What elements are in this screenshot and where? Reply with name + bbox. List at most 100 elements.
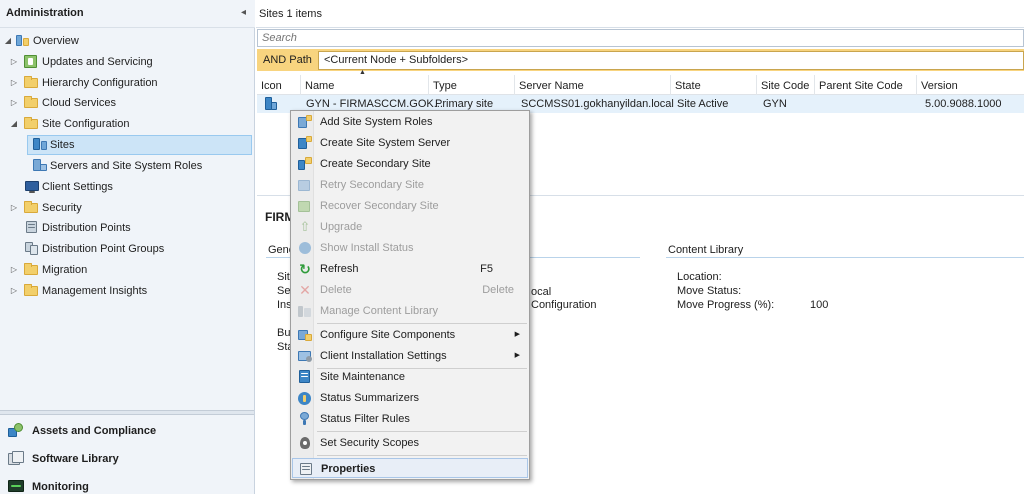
column-header-name[interactable]: Name — [301, 75, 429, 95]
tree-item-distribution-points[interactable]: Distribution Points — [0, 218, 254, 238]
expanded-icon[interactable]: ◢ — [9, 119, 19, 128]
menu-item-properties[interactable]: Properties — [292, 458, 528, 478]
menu-item-retry-secondary-site[interactable]: Retry Secondary Site — [292, 175, 528, 195]
monitoring-icon — [8, 479, 24, 495]
tree-item-distribution-point-groups[interactable]: Distribution Point Groups — [0, 239, 254, 259]
tree-item-management-insights[interactable]: ▷ Management Insights — [0, 281, 254, 301]
tree-item-migration[interactable]: ▷ Migration — [0, 260, 254, 280]
tree-item-label: Sites — [50, 139, 75, 151]
tree-item-label: Security — [42, 202, 82, 214]
column-header-icon[interactable]: Icon — [257, 75, 301, 95]
menu-item-client-installation-settings[interactable]: Client Installation Settings ▶ — [292, 346, 528, 366]
collapse-nav-icon[interactable]: ◂ — [241, 7, 246, 18]
move-progress-value: 100 — [810, 299, 829, 311]
menu-item-label: Create Secondary Site — [320, 158, 431, 170]
column-header-parent-site-code[interactable]: Parent Site Code — [815, 75, 917, 95]
column-header-row: Icon Name Type Server Name State Site Co… — [257, 75, 1024, 95]
cell-version: 5.00.9088.1000 — [925, 98, 1002, 110]
menu-item-label: Show Install Status — [320, 242, 414, 254]
sites-icon — [33, 138, 47, 151]
collapsed-icon[interactable]: ▷ — [9, 57, 19, 66]
tree-item-cloud-services[interactable]: ▷ Cloud Services — [0, 93, 254, 113]
folder-icon — [24, 263, 38, 275]
menu-item-configure-site-components[interactable]: Configure Site Components ▶ — [292, 325, 528, 345]
menu-separator — [317, 323, 527, 324]
security-scopes-icon — [298, 436, 312, 450]
create-server-icon — [298, 136, 312, 150]
column-header-type[interactable]: Type — [429, 75, 515, 95]
workspace-splitter[interactable] — [0, 410, 254, 415]
cell-site-code: GYN — [763, 98, 787, 110]
collapsed-icon[interactable]: ▷ — [9, 78, 19, 87]
menu-item-label: Properties — [321, 463, 376, 475]
detail-value: ocal — [531, 286, 552, 298]
collapsed-icon[interactable]: ▷ — [9, 98, 19, 107]
menu-item-label: Create Site System Server — [320, 137, 451, 149]
search-input[interactable] — [258, 30, 1023, 46]
collapsed-icon[interactable]: ▷ — [9, 203, 19, 212]
menu-item-label: Client Installation Settings — [320, 350, 447, 362]
recover-icon — [298, 199, 312, 213]
distribution-points-icon — [25, 221, 39, 234]
workspace-assets-and-compliance[interactable]: Assets and Compliance — [0, 417, 254, 445]
tree-item-security[interactable]: ▷ Security — [0, 198, 254, 218]
tree-item-overview[interactable]: ◢ Overview — [0, 31, 254, 51]
primary-site-icon — [265, 97, 277, 111]
menu-item-label: Manage Content Library — [320, 305, 439, 317]
expanded-icon[interactable]: ◢ — [3, 36, 13, 45]
menu-item-status-summarizers[interactable]: Status Summarizers — [292, 388, 528, 408]
tree-item-hierarchy-configuration[interactable]: ▷ Hierarchy Configuration — [0, 73, 254, 93]
tree-item-label: Distribution Point Groups — [42, 243, 165, 255]
menu-item-manage-content-library[interactable]: Manage Content Library — [292, 301, 528, 321]
menu-item-recover-secondary-site[interactable]: Recover Secondary Site — [292, 196, 528, 216]
column-header-state[interactable]: State — [671, 75, 757, 95]
section-divider — [666, 257, 1024, 258]
detail-label: Sit — [277, 271, 290, 283]
column-header-site-code[interactable]: Site Code — [757, 75, 815, 95]
section-divider — [266, 257, 290, 258]
menu-item-show-install-status[interactable]: Show Install Status — [292, 238, 528, 258]
tree-item-sites[interactable]: Sites — [0, 135, 254, 155]
tree-item-client-settings[interactable]: Client Settings — [0, 177, 254, 197]
menu-separator — [317, 455, 527, 456]
detail-label: Bu — [277, 327, 291, 339]
menu-item-delete[interactable]: ✕ Delete Delete — [292, 280, 528, 300]
upgrade-icon: ⇧ — [299, 219, 311, 234]
workspace-label: Monitoring — [32, 481, 89, 493]
tree-item-updates-and-servicing[interactable]: ▷ Updates and Servicing — [0, 52, 254, 72]
workspace-software-library[interactable]: Software Library — [0, 445, 254, 473]
menu-item-upgrade[interactable]: ⇧ Upgrade — [292, 217, 528, 237]
workspace-monitoring[interactable]: Monitoring — [0, 473, 254, 501]
menu-item-create-secondary-site[interactable]: Create Secondary Site — [292, 154, 528, 174]
shortcut-label: Delete — [482, 284, 514, 296]
menu-item-set-security-scopes[interactable]: Set Security Scopes — [292, 433, 528, 453]
column-header-server-name[interactable]: Server Name — [515, 75, 671, 95]
folder-icon — [24, 96, 38, 108]
tree-item-servers-and-site-system-roles[interactable]: Servers and Site System Roles — [0, 156, 254, 176]
tree-item-label: Cloud Services — [42, 97, 116, 109]
collapsed-icon[interactable]: ▷ — [9, 265, 19, 274]
updates-icon — [24, 55, 38, 68]
menu-item-add-site-system-roles[interactable]: Add Site System Roles — [292, 112, 528, 132]
software-library-icon — [8, 451, 24, 467]
column-header-version[interactable]: Version — [917, 75, 1024, 95]
cell-type: Primary site — [435, 98, 494, 110]
tree-item-site-configuration[interactable]: ◢ Site Configuration — [0, 114, 254, 134]
menu-item-refresh[interactable]: ↻ Refresh F5 — [292, 259, 528, 279]
content-library-heading: Content Library — [668, 244, 744, 256]
status-filter-icon — [298, 412, 312, 426]
detail-label: Se — [277, 285, 291, 297]
tree-item-label: Overview — [33, 35, 79, 47]
results-header — [256, 0, 1024, 28]
search-field[interactable] — [257, 29, 1024, 47]
collapsed-icon[interactable]: ▷ — [9, 286, 19, 295]
client-install-icon — [298, 349, 312, 363]
menu-item-create-site-system-server[interactable]: Create Site System Server — [292, 133, 528, 153]
location-label: Location: — [677, 271, 722, 283]
menu-item-status-filter-rules[interactable]: Status Filter Rules — [292, 409, 528, 429]
menu-item-site-maintenance[interactable]: Site Maintenance — [292, 367, 528, 387]
filter-label[interactable]: AND Path — [263, 54, 312, 66]
menu-item-label: Set Security Scopes — [320, 437, 420, 449]
servers-icon — [33, 159, 47, 172]
filter-value[interactable]: <Current Node + Subfolders> — [318, 51, 1024, 70]
